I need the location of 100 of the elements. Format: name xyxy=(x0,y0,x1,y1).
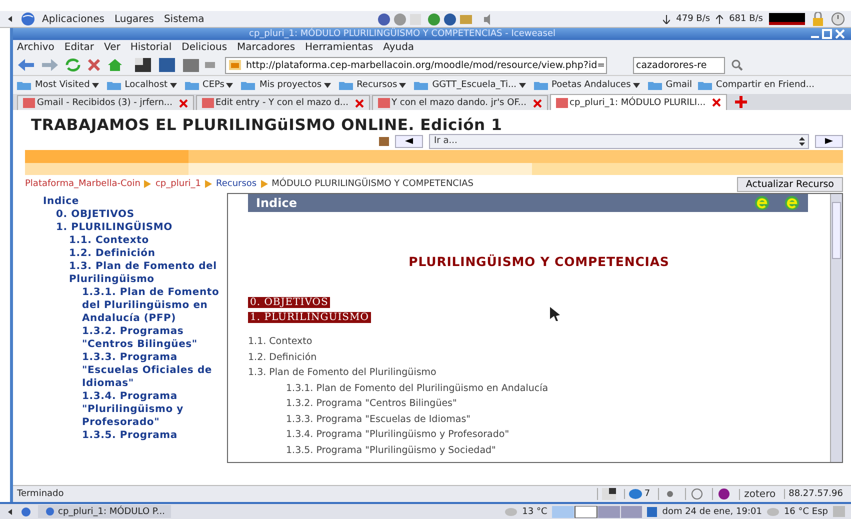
jump-select[interactable]: Ir a... xyxy=(429,134,809,148)
toc-link[interactable]: 1.3.1. Plan de Fomento del Plurilingüismo en Andalucía (PFP) xyxy=(43,286,223,325)
browser-tab[interactable]: cp_pluri_1: MÓDULO PLURILI... xyxy=(550,94,727,110)
menu-item[interactable]: Herramientas xyxy=(305,42,374,53)
section-link[interactable]: 0. OBJETIVOS xyxy=(248,297,330,308)
power-icon[interactable] xyxy=(831,12,845,26)
cloud-icon xyxy=(766,508,779,516)
index-link[interactable]: 1.3.5. Programa "Plurilingüismo y Sociedad" xyxy=(248,444,830,458)
window-controls-drawing[interactable] xyxy=(811,29,845,39)
index-link[interactable]: 1.1. Contexto xyxy=(248,335,830,350)
clock[interactable]: dom 24 de ene, 19:01 xyxy=(662,506,762,516)
panel-menu[interactable]: Lugares xyxy=(114,14,154,24)
toc-link[interactable]: 1.3.2. Programas "Centros Bilingües" xyxy=(43,325,223,351)
menu-arrow-icon[interactable] xyxy=(6,506,14,516)
menu-item[interactable]: Archivo xyxy=(17,42,54,53)
index-link[interactable]: 1.3.4. Programa "Plurilingüismo y Profesorado" xyxy=(248,428,830,442)
update-resource-button[interactable]: Actualizar Recurso xyxy=(736,176,843,192)
bookmark[interactable]: Gmail xyxy=(648,80,692,90)
caret-icon xyxy=(170,82,177,88)
folder-icon xyxy=(338,80,353,90)
zotero-button[interactable]: zotero xyxy=(739,488,780,500)
index-link[interactable]: 1.3.2. Programa "Centros Bilingües" xyxy=(248,397,830,412)
section-link[interactable]: 1. PLURILINGÜISMO xyxy=(248,312,371,323)
browser-tab[interactable]: Gmail - Recibidos (3) - jrfern... xyxy=(17,95,194,110)
toc-link[interactable]: 1.2. Definición xyxy=(43,247,223,260)
menu-item[interactable]: Marcadores xyxy=(237,42,296,53)
reload-icon[interactable] xyxy=(65,58,81,72)
toc-link[interactable]: Indice xyxy=(43,195,223,208)
breadcrumb-link[interactable]: Plataforma_Marbella-Coin xyxy=(25,179,140,189)
temperature: 13 °C xyxy=(522,506,548,516)
toc-link[interactable]: 1.1. Contexto xyxy=(43,234,223,247)
index-link[interactable]: 1.3. Plan de Fomento del Plurilingüismo xyxy=(248,366,830,380)
folder-icon xyxy=(534,80,548,90)
menu-item[interactable]: Ayuda xyxy=(383,42,414,53)
bookmark[interactable]: Recursos xyxy=(338,80,408,90)
search-field[interactable]: cazadorores-re xyxy=(633,56,725,74)
bookmark[interactable]: Poetas Andaluces xyxy=(534,80,642,90)
browser-tab[interactable]: Edit entry - Y con el mazo d... xyxy=(196,95,370,110)
speech-bubble-icon xyxy=(629,489,642,499)
close-icon[interactable] xyxy=(712,98,721,107)
address-field[interactable]: http://plataforma.cep-marbellacoin.org/moodle/mod/resource/view.php?id= xyxy=(225,56,607,74)
bookmark[interactable]: GGTT_Escuela_Ti... xyxy=(414,80,528,90)
caret-icon xyxy=(92,82,99,88)
bookmark[interactable]: Mis proyectos xyxy=(241,80,333,90)
spinner-icon xyxy=(799,136,805,146)
browser-icon xyxy=(44,507,56,516)
workspace-switcher[interactable] xyxy=(552,506,642,518)
home-icon[interactable] xyxy=(107,58,123,72)
menu-arrow-icon[interactable] xyxy=(6,13,14,25)
globe-icon[interactable] xyxy=(20,12,36,26)
previous-button[interactable] xyxy=(395,134,423,148)
toc-link[interactable]: 1.3.5. Programa xyxy=(43,429,223,442)
e-logo-icon[interactable] xyxy=(784,195,800,211)
toc-link[interactable]: 0. OBJETIVOS xyxy=(43,208,223,221)
search-icon[interactable] xyxy=(731,59,743,71)
close-icon[interactable] xyxy=(532,98,542,108)
padlock-icon[interactable] xyxy=(811,12,825,26)
close-icon[interactable] xyxy=(354,98,364,108)
bookmark[interactable]: Most Visited xyxy=(17,80,101,90)
toc-link[interactable]: 1.3. Plan de Fomento del Plurilingüismo xyxy=(43,260,223,286)
taskbar-window-button[interactable]: cp_pluri_1: MÓDULO P... xyxy=(38,505,172,518)
index-link[interactable]: 1.3.3. Programa "Escuelas de Idiomas" xyxy=(248,412,830,427)
caret-icon xyxy=(518,82,526,88)
close-icon[interactable] xyxy=(178,98,188,108)
menu-item[interactable]: Historial xyxy=(130,42,172,53)
browser-icon[interactable] xyxy=(19,506,33,516)
panel-menu[interactable]: Sistema xyxy=(164,14,204,24)
favicon-icon xyxy=(556,98,568,108)
toc-link[interactable]: 1. PLURILINGÜISMO xyxy=(43,221,223,234)
folder-icon xyxy=(648,80,662,90)
scrollbar[interactable] xyxy=(830,194,842,462)
breadcrumb-link[interactable]: Recursos xyxy=(216,179,257,189)
toc-link[interactable]: 1.3.4. Programa "Plurilingüismo y Profesorado" xyxy=(43,390,223,429)
chat-indicator[interactable]: 7 xyxy=(624,489,654,499)
back-icon[interactable] xyxy=(17,58,35,72)
favicon-icon xyxy=(378,98,390,108)
toc-link[interactable]: 1.3.3. Programa "Escuelas Oficiales de Idiomas" xyxy=(43,351,223,390)
new-tab-icon[interactable] xyxy=(734,96,747,108)
next-button[interactable] xyxy=(815,134,843,148)
panel-menu[interactable]: Aplicaciones xyxy=(42,14,104,24)
folder-icon xyxy=(414,80,428,90)
menu-item[interactable]: Delicious xyxy=(182,42,228,53)
ip-address: 88.27.57.96 xyxy=(784,489,847,499)
folder-icon xyxy=(106,80,121,90)
download-icon xyxy=(663,14,670,24)
e-logo-icon[interactable] xyxy=(754,195,770,211)
caret-icon xyxy=(324,82,331,88)
browser-tab[interactable]: Y con el mazo dando. jr's OF... xyxy=(372,95,548,110)
stop-icon[interactable] xyxy=(87,58,101,72)
index-link[interactable]: 1.2. Definición xyxy=(248,350,830,365)
bookmark[interactable]: CEPs xyxy=(184,80,236,90)
menu-item[interactable]: Ver xyxy=(104,42,120,53)
menu-item[interactable]: Editar xyxy=(64,42,94,53)
cloud-icon xyxy=(505,508,518,516)
breadcrumb-link[interactable]: cp_pluri_1 xyxy=(155,179,201,189)
bookmark[interactable]: Compartir en Friend... xyxy=(698,80,814,90)
index-link[interactable]: 1.3.1. Plan de Fomento del Plurilingüismo en Andalucía xyxy=(248,382,830,396)
upload-icon xyxy=(716,14,724,24)
bookmark[interactable]: Localhost xyxy=(106,80,179,90)
caret-icon xyxy=(632,82,640,88)
